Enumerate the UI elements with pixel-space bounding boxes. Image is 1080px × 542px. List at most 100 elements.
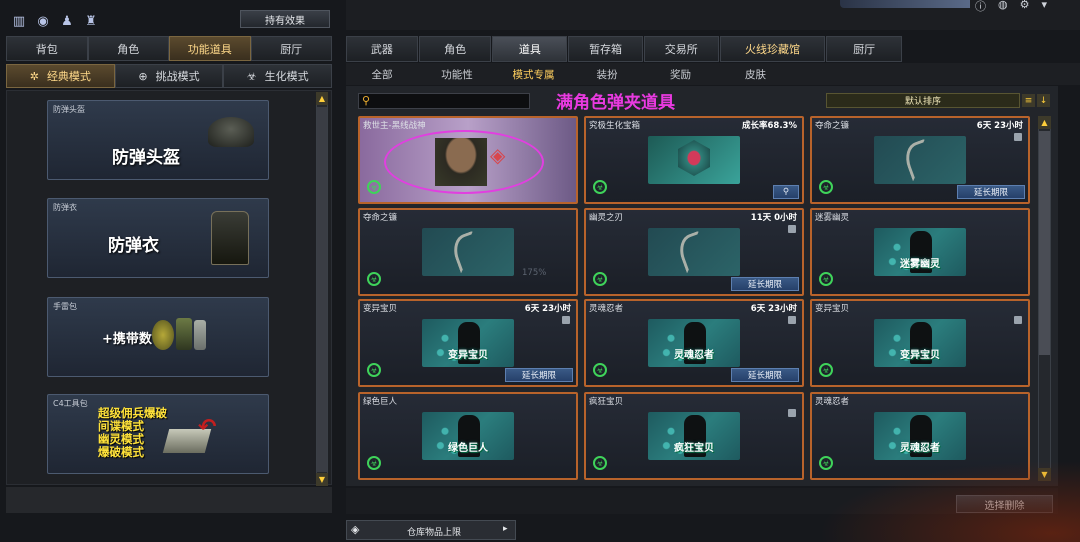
item-image-label: 灵魂忍者 (674, 350, 714, 361)
item-title: 灵魂忍者 (589, 304, 624, 314)
tab-hall[interactable]: 厨厅 (250, 36, 332, 61)
lock-icon (1014, 133, 1022, 141)
item-duration: 6天 23小时 (750, 304, 797, 314)
item-card[interactable]: 灵魂忍者 6天 23小时 灵魂忍者 ☣ 延长期限 (584, 299, 804, 387)
tab-exchange[interactable]: 交易所 (643, 36, 719, 62)
scroll-up-icon[interactable]: ▲ (316, 92, 328, 105)
classic-mode-icon: ✲ (29, 69, 39, 83)
eye-icon[interactable]: ◉ (34, 12, 52, 30)
lock-icon (788, 316, 796, 324)
item-title: 防弹衣 (108, 236, 159, 256)
zombie-mode-icon: ☣ (819, 363, 833, 377)
item-c4-kit[interactable]: C4工具包 超级佣兵爆破 间谍模式 幽灵模式 爆破模式 ↶ (47, 394, 269, 474)
settings-icon[interactable]: ⚙ (1020, 0, 1030, 14)
search-input[interactable]: ⚲ (358, 93, 530, 109)
list-view-icon[interactable]: ≡ (1022, 94, 1035, 107)
item-card[interactable]: 灵魂忍者 灵魂忍者 ☣ (810, 392, 1030, 480)
zombie-mode-icon: ☣ (593, 456, 607, 470)
subtab-reward[interactable]: 奖励 (643, 63, 718, 85)
dropdown-icon[interactable]: ▾ (1041, 0, 1047, 14)
item-card[interactable]: 疯狂宝贝 疯狂宝贝 ☣ (584, 392, 804, 480)
item-image (648, 136, 740, 184)
annotation-text: 满角色弹夹道具 (556, 93, 675, 113)
info-icon[interactable]: ⓘ (975, 0, 986, 14)
right-scroll-up-icon[interactable]: ▲ (1038, 116, 1051, 129)
tab-zombie-mode[interactable]: ☣ 生化模式 (223, 64, 333, 88)
tab-characters[interactable]: 角色 (418, 36, 492, 62)
right-scroll-thumb[interactable] (1039, 131, 1050, 355)
item-title: 幽灵之刃 (589, 213, 624, 223)
select-delete-button[interactable]: 选择删除 (956, 495, 1053, 513)
challenge-mode-icon: ⊕ (138, 69, 148, 83)
tab-weapons[interactable]: 武器 (346, 36, 418, 62)
zombie-mode-icon: ☣ (367, 363, 381, 377)
grenade-image-3 (194, 320, 206, 350)
lock-icon (562, 316, 570, 324)
people-icon[interactable]: ♟ (58, 12, 76, 30)
tab-hall-right[interactable]: 厨厅 (826, 36, 902, 62)
zombie-mode-icon: ☣ (593, 272, 607, 286)
extend-duration-button[interactable]: 延长期限 (505, 368, 573, 382)
extend-duration-button[interactable]: 延长期限 (731, 277, 799, 291)
mode-tab-bar: ✲ 经典模式 ⊕ 挑战模式 ☣ 生化模式 (6, 64, 333, 88)
item-card[interactable]: 变异宝贝 变异宝贝 ☣ (810, 299, 1030, 387)
bag-icon[interactable]: ♜ (82, 12, 100, 30)
zombie-mode-icon: ☣ (593, 363, 607, 377)
subtab-functional[interactable]: 功能性 (418, 63, 496, 85)
right-bottom-bar (346, 488, 1058, 514)
lock-icon (788, 409, 796, 417)
item-card[interactable]: 绿色巨人 绿色巨人 ☣ (358, 392, 578, 480)
zombie-mode-icon: ☣ (367, 272, 381, 286)
item-image-label: 变异宝贝 (900, 350, 940, 361)
item-title: 夺命之镰 (363, 213, 398, 223)
item-category-label: 手雷包 (53, 302, 77, 311)
item-card[interactable]: 救世主-黑线战神 ◈ ☣ (358, 116, 578, 204)
item-card[interactable]: 夺命之镰 6天 23小时 ☣ 延长期限 (810, 116, 1030, 204)
search-icon[interactable]: ⚲ (362, 94, 370, 107)
item-helmet[interactable]: 防弹头盔 防弹头盔 (47, 100, 269, 180)
item-image: 变异宝贝 (874, 319, 966, 367)
item-image-label: 迷雾幽灵 (900, 259, 940, 270)
tab-character[interactable]: 角色 (87, 36, 169, 61)
expand-icon[interactable]: ▸ (503, 524, 508, 534)
storage-limit-label: 仓库物品上限 (407, 528, 462, 538)
item-title: 究极生化宝箱 (589, 121, 641, 131)
left-bottom-bar (6, 487, 332, 513)
item-image (648, 228, 740, 276)
item-card[interactable]: 幽灵之刃 11天 0小时 ☣ 延长期限 (584, 208, 804, 296)
item-title: +携带数 (102, 332, 152, 347)
extend-duration-button[interactable]: 延长期限 (957, 185, 1025, 199)
owned-effects-button[interactable]: 持有效果 (240, 10, 330, 28)
tab-function-items[interactable]: 功能道具 (169, 36, 251, 61)
item-card[interactable]: 究极生化宝箱 成长率68.3% ☣ ⚲ (584, 116, 804, 204)
left-scroll-thumb[interactable] (317, 107, 327, 472)
extend-duration-button[interactable]: 延长期限 (731, 368, 799, 382)
tab-challenge-mode[interactable]: ⊕ 挑战模式 (114, 64, 224, 88)
item-title: 夺命之镰 (815, 121, 850, 131)
right-scroll-down-icon[interactable]: ▼ (1038, 468, 1051, 481)
tab-storage-box[interactable]: 暂存箱 (568, 36, 643, 62)
scroll-down-icon[interactable]: ▼ (316, 473, 328, 486)
sort-dropdown[interactable]: 默认排序 (826, 93, 1020, 108)
tab-backpack[interactable]: 背包 (6, 36, 88, 61)
sort-direction-icon[interactable]: ↓ (1037, 94, 1050, 107)
ranking-icon[interactable]: ▥ (10, 12, 28, 30)
preview-search-icon[interactable]: ⚲ (773, 185, 799, 199)
globe-icon[interactable]: ◍ (998, 0, 1008, 14)
tab-items[interactable]: 道具 (492, 36, 568, 62)
tab-collection-museum[interactable]: 火线珍藏馆 (719, 36, 826, 62)
subtab-outfit[interactable]: 装扮 (571, 63, 643, 85)
zombie-mode-icon: ☣ (246, 69, 257, 83)
item-grenade-pack[interactable]: 手雷包 +携带数 (47, 297, 269, 377)
item-card[interactable]: 变异宝贝 6天 23小时 变异宝贝 ☣ 延长期限 (358, 299, 578, 387)
item-vest[interactable]: 防弹衣 防弹衣 (47, 198, 269, 278)
subtab-skin[interactable]: 皮肤 (718, 63, 793, 85)
tab-classic-mode[interactable]: ✲ 经典模式 (6, 64, 115, 88)
subtab-all[interactable]: 全部 (346, 63, 418, 85)
item-card[interactable]: 夺命之镰 175% ☣ (358, 208, 578, 296)
item-card[interactable]: 迷雾幽灵 迷雾幽灵 ☣ (810, 208, 1030, 296)
right-tab-bar: 武器 角色 道具 暂存箱 交易所 火线珍藏馆 厨厅 (346, 36, 902, 62)
item-title: 绿色巨人 (363, 397, 398, 407)
subtab-mode-exclusive[interactable]: 模式专属 (496, 63, 571, 85)
item-title: 防弹头盔 (112, 148, 180, 168)
